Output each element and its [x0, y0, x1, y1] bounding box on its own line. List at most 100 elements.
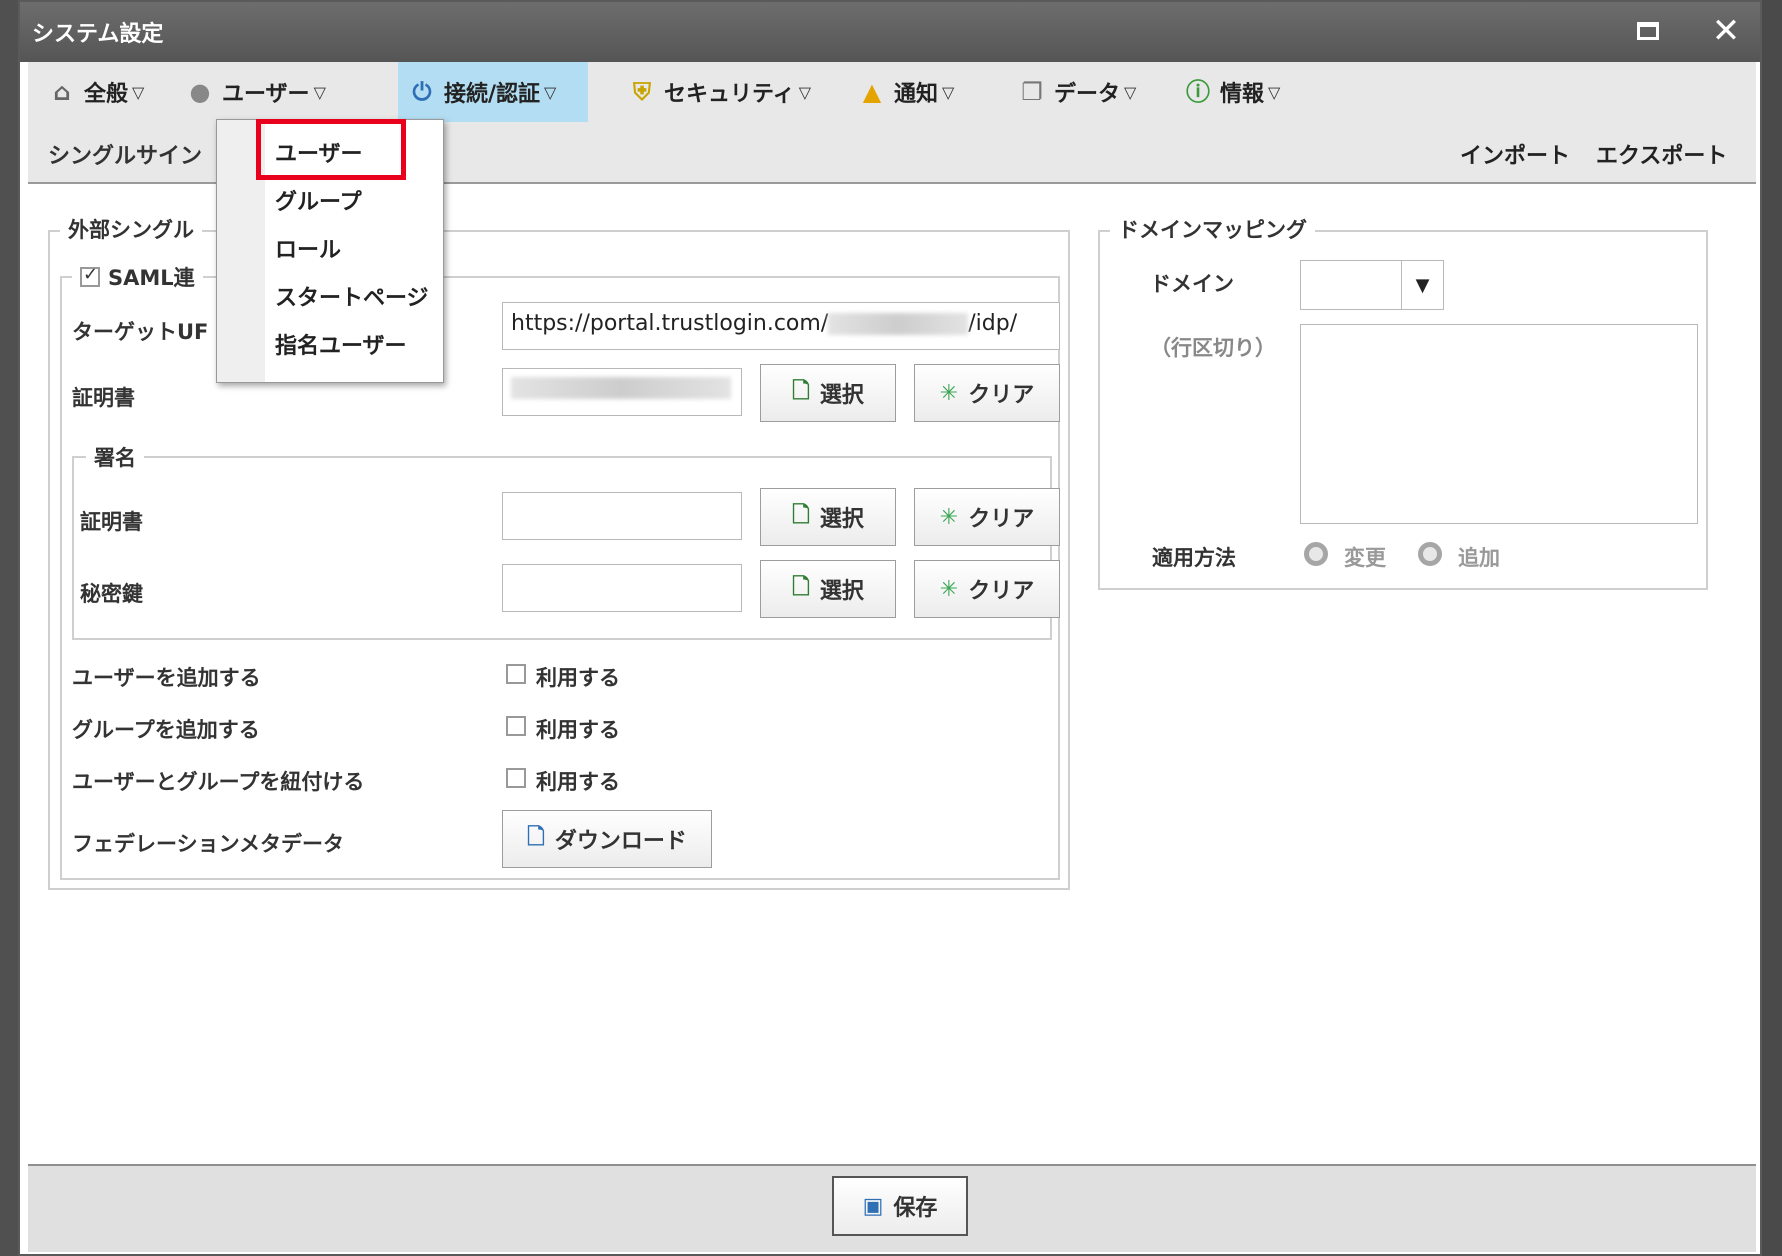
chevron-down-icon: ▽: [798, 82, 811, 102]
add-group-use-label: 利用する: [536, 718, 620, 742]
dropdown-item-start-page[interactable]: スタートページ: [275, 280, 429, 312]
user-icon: ●: [189, 78, 211, 106]
save-button[interactable]: ▣ 保存: [832, 1176, 968, 1236]
file-add-icon: 🗋: [792, 503, 810, 528]
import-link[interactable]: インポート: [1460, 138, 1570, 170]
saml-label: SAML連: [108, 266, 195, 290]
dropdown-item-named-user[interactable]: 指名ユーザー: [275, 328, 407, 360]
file-add-icon: 🗋: [792, 575, 810, 600]
line-break-note: （行区切り）: [1150, 336, 1276, 360]
target-url-value-start: https://portal.trustlogin.com/: [511, 311, 829, 336]
add-user-label: ユーザーを追加する: [72, 666, 261, 690]
chevron-down-icon: ▼: [1401, 261, 1443, 309]
domain-textarea[interactable]: [1300, 324, 1698, 524]
redacted-area: [511, 377, 731, 399]
home-icon: ⌂: [53, 78, 71, 106]
highlight-box: [256, 119, 406, 180]
chevron-down-icon: ▽: [1124, 82, 1137, 102]
file-add-icon: 🗋: [792, 379, 810, 404]
redacted-area: [828, 313, 969, 335]
signing-legend: 署名: [86, 442, 144, 472]
private-key-label: 秘密鍵: [80, 582, 143, 606]
apply-method-label: 適用方法: [1152, 546, 1236, 570]
export-link[interactable]: エクスポート: [1596, 138, 1727, 170]
menu-user-label: ユーザー: [222, 82, 310, 107]
menu-data-label: データ: [1054, 82, 1121, 107]
menu-info[interactable]: ⓘ 情報 ▽: [1174, 62, 1290, 122]
chevron-down-icon: ▽: [1268, 82, 1281, 102]
clear-spinner-icon: ✳: [939, 504, 959, 530]
menu-data[interactable]: ❐ データ ▽: [1008, 62, 1146, 122]
target-url-value-end: /idp/: [968, 311, 1018, 336]
private-key-select-button[interactable]: 🗋 選択: [760, 560, 896, 618]
cert-input[interactable]: [502, 368, 742, 416]
window-title: システム設定: [32, 22, 164, 47]
apply-add-radio[interactable]: [1418, 542, 1442, 566]
dropdown-item-group[interactable]: グループ: [275, 184, 362, 216]
target-url-label: ターゲットUF: [72, 320, 209, 344]
domain-label: ドメイン: [1150, 272, 1234, 296]
apply-change-label: 変更: [1344, 546, 1386, 570]
cert-label: 証明書: [72, 386, 135, 410]
saml-checkbox[interactable]: [80, 264, 100, 287]
background-left: [0, 0, 18, 1256]
close-icon: ✕: [1711, 11, 1741, 51]
cert-select-button[interactable]: 🗋 選択: [760, 364, 896, 422]
menu-info-label: 情報: [1220, 82, 1265, 107]
link-user-group-use-label: 利用する: [536, 770, 620, 794]
sso-legend: 外部シングル: [60, 214, 202, 244]
domain-select[interactable]: ▼: [1300, 260, 1444, 310]
link-user-group-checkbox[interactable]: [506, 768, 526, 788]
plug-icon: ⏻: [412, 78, 432, 106]
menu-user[interactable]: ● ユーザー ▽: [176, 62, 336, 122]
system-settings-window: システム設定 ✕ ⌂ 全般 ▽ ● ユーザー ▽ ⏻ 接続/認証 ▽ ⛨ セキュ…: [18, 0, 1762, 1256]
menu-connection-auth[interactable]: ⏻ 接続/認証 ▽: [398, 62, 588, 122]
clear-label: クリア: [968, 383, 1035, 408]
target-url-input[interactable]: https://portal.trustlogin.com/ /idp/: [502, 302, 1060, 350]
add-group-label: グループを追加する: [72, 718, 260, 742]
menu-connection-auth-label: 接続/認証: [444, 82, 541, 107]
save-icon: ▣: [862, 1193, 884, 1219]
tab-single-sign-on[interactable]: シングルサイン: [48, 138, 202, 170]
select-label: 選択: [819, 383, 864, 408]
bell-icon: ▲: [862, 78, 882, 106]
save-label: 保存: [893, 1196, 938, 1221]
signing-cert-select-button[interactable]: 🗋 選択: [760, 488, 896, 546]
download-label: ダウンロード: [554, 829, 687, 854]
add-group-checkbox[interactable]: [506, 716, 526, 736]
menu-general[interactable]: ⌂ 全般 ▽: [38, 62, 154, 122]
private-key-clear-button[interactable]: ✳ クリア: [914, 560, 1060, 618]
chevron-down-icon: ▽: [132, 82, 145, 102]
clear-label: クリア: [968, 507, 1035, 532]
clear-spinner-icon: ✳: [939, 380, 959, 406]
signing-cert-clear-button[interactable]: ✳ クリア: [914, 488, 1060, 546]
signing-fieldset: [72, 456, 1052, 640]
cert-clear-button[interactable]: ✳ クリア: [914, 364, 1060, 422]
select-label: 選択: [819, 507, 864, 532]
add-user-checkbox[interactable]: [506, 664, 526, 684]
menu-notification[interactable]: ▲ 通知 ▽: [848, 62, 964, 122]
close-button[interactable]: ✕: [1706, 12, 1746, 50]
signing-cert-label: 証明書: [80, 510, 143, 534]
menu-security[interactable]: ⛨ セキュリティ ▽: [618, 62, 821, 122]
download-button[interactable]: 🗋 ダウンロード: [502, 810, 712, 868]
menu-general-label: 全般: [84, 82, 129, 107]
background-right: [1762, 0, 1782, 1256]
shield-icon: ⛨: [633, 78, 651, 106]
domain-mapping-legend: ドメインマッピング: [1110, 214, 1315, 244]
add-user-use-label: 利用する: [536, 666, 620, 690]
maximize-icon: [1637, 22, 1659, 40]
chevron-down-icon: ▽: [942, 82, 955, 102]
title-bar[interactable]: システム設定 ✕: [20, 2, 1760, 62]
private-key-input[interactable]: [502, 564, 742, 612]
footer-bar: ▣ 保存: [28, 1164, 1756, 1252]
maximize-button[interactable]: [1628, 12, 1668, 50]
dropdown-item-role[interactable]: ロール: [275, 232, 341, 264]
apply-change-radio[interactable]: [1304, 542, 1328, 566]
menu-security-label: セキュリティ: [664, 82, 795, 107]
menu-notification-label: 通知: [894, 82, 939, 107]
signing-cert-input[interactable]: [502, 492, 742, 540]
copy-icon: ❐: [1021, 78, 1043, 106]
clear-label: クリア: [968, 579, 1035, 604]
saml-legend: SAML連: [72, 262, 203, 292]
